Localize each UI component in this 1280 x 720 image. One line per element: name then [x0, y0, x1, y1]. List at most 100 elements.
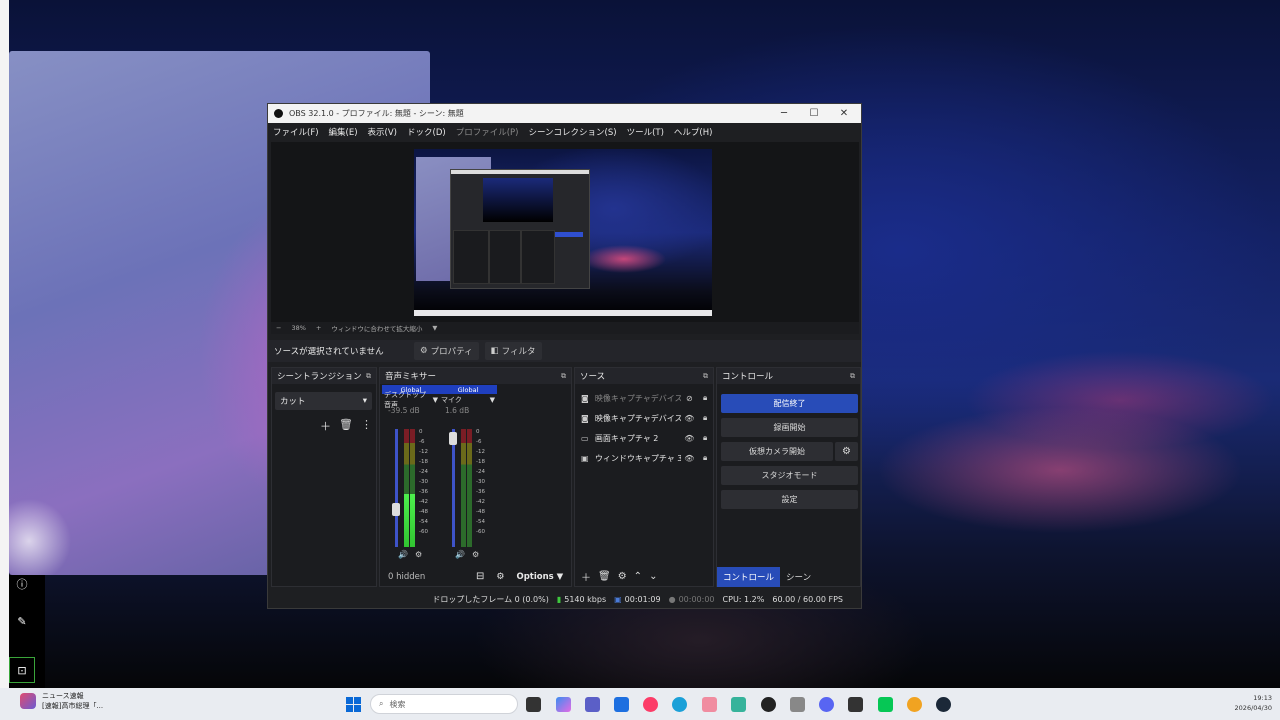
menu-help[interactable]: ヘルプ(H) [669, 126, 718, 138]
volume-fader-track[interactable] [452, 429, 455, 547]
app-icon[interactable] [848, 697, 863, 712]
menu-scene-collection[interactable]: シーンコレクション(S) [523, 126, 621, 138]
volume-fader-handle[interactable] [392, 502, 400, 516]
gear-icon[interactable]: ⚙ [415, 550, 422, 559]
controls-dock: コントロール ⧉ 配信終了 録画開始 仮想カメラ開始 ⚙ スタジオモード 設定 … [716, 367, 861, 587]
menu-tools[interactable]: ツール(T) [622, 126, 669, 138]
menu-view[interactable]: 表示(V) [363, 126, 402, 138]
eye-hidden-icon[interactable]: ⊘ [681, 394, 697, 403]
menu-edit[interactable]: 編集(E) [324, 126, 363, 138]
meter-tick: -30 [476, 479, 485, 485]
source-item[interactable]: ▣ ウィンドウキャプチャ 3 👁︎ 🔒︎ [575, 448, 713, 468]
close-button[interactable]: ✕ [829, 104, 859, 123]
preview-area[interactable] [271, 142, 859, 322]
obs-taskbar-icon[interactable] [761, 697, 776, 712]
menu-file[interactable]: ファイル(F) [268, 126, 324, 138]
meter-tick: -42 [419, 499, 428, 505]
volume-meter-r [410, 429, 415, 547]
maximize-button[interactable]: ☐ [799, 104, 829, 123]
trash-icon[interactable]: 🗑 [598, 571, 611, 582]
options-button[interactable]: Options ▼ [516, 572, 563, 582]
filters-button[interactable]: ◧ フィルタ [484, 342, 542, 360]
lock-icon[interactable]: 🔒︎ [697, 413, 713, 423]
gear-icon[interactable]: ⚙ [835, 442, 858, 461]
source-item[interactable]: ◙ 映像キャプチャデバイス 👁︎ 🔒︎ [575, 408, 713, 428]
more-icon[interactable]: ⋮ [361, 418, 372, 434]
studio-mode-button[interactable]: スタジオモード [721, 466, 858, 485]
transition-select[interactable]: カット ▾ [275, 392, 372, 410]
properties-button[interactable]: ⚙ プロパティ [414, 342, 479, 360]
chevron-up-icon[interactable]: ⌃ [634, 571, 642, 582]
trash-icon[interactable]: 🗑 [339, 418, 353, 434]
eye-icon[interactable]: 👁︎ [681, 434, 697, 443]
undock-icon[interactable]: ⧉ [850, 372, 855, 381]
windows-start-icon[interactable] [346, 697, 361, 712]
chevron-down-icon[interactable]: ⌄ [649, 571, 657, 582]
discord-icon[interactable] [819, 697, 834, 712]
advanced-audio-icon[interactable]: ⚙ [496, 572, 504, 582]
line-icon[interactable] [878, 697, 893, 712]
teams-icon[interactable] [585, 697, 600, 712]
layout-icon[interactable]: ⊟ [476, 571, 484, 582]
tab-scenes[interactable]: シーン [780, 567, 817, 587]
minimize-button[interactable]: ─ [769, 104, 799, 123]
news-widget[interactable]: ニュース速報 [速報]高市総理「... [20, 691, 103, 711]
zoom-out-button[interactable]: − [271, 324, 286, 332]
menu-profile[interactable]: プロファイル(P) [451, 126, 524, 138]
controls-header: コントロール ⧉ [717, 368, 860, 384]
gear-icon[interactable]: ⚙ [618, 571, 627, 582]
app-icon[interactable] [907, 697, 922, 712]
pen-icon[interactable]: ✎ [9, 608, 35, 634]
menu-docks[interactable]: ドック(D) [402, 126, 451, 138]
undock-icon[interactable]: ⧉ [366, 372, 371, 381]
add-icon[interactable]: ＋ [581, 569, 591, 584]
lock-icon[interactable]: 🔒︎ [697, 453, 713, 463]
nested-titlebar [451, 170, 589, 174]
taskbar-search[interactable]: ⌕ 検索 [370, 694, 518, 714]
lock-icon[interactable]: 🔒︎ [697, 433, 713, 443]
undock-icon[interactable]: ⧉ [703, 372, 708, 381]
gear-icon[interactable]: ⚙ [472, 550, 479, 559]
meter-tick: -24 [476, 469, 485, 475]
undock-icon[interactable]: ⧉ [561, 372, 566, 381]
eye-icon[interactable]: 👁︎ [681, 414, 697, 423]
edge-icon[interactable] [672, 697, 687, 712]
task-view-icon[interactable] [526, 697, 541, 712]
tab-controls[interactable]: コントロール [717, 567, 781, 587]
program-preview[interactable] [414, 149, 712, 316]
title-bar[interactable]: OBS 32.1.0 - プロファイル: 無題 - シーン: 無題 ─ ☐ ✕ [268, 104, 861, 123]
add-icon[interactable]: ＋ [320, 418, 331, 434]
steam-icon[interactable] [936, 697, 951, 712]
clock-date: 2026/04/30 [1234, 704, 1272, 712]
source-item[interactable]: ▭ 画面キャプチャ 2 👁︎ 🔒︎ [575, 428, 713, 448]
music-icon[interactable] [643, 697, 658, 712]
speaker-icon[interactable]: 🔊 [398, 550, 408, 559]
store-icon[interactable] [614, 697, 629, 712]
app-icon[interactable] [702, 697, 717, 712]
volume-mixer-icon[interactable] [790, 697, 805, 712]
copilot-icon[interactable] [556, 697, 571, 712]
channel-name-dropdown[interactable]: デスクトップ音声 ▼ [382, 391, 440, 409]
lock-icon[interactable]: 🔒︎ [697, 393, 713, 403]
mixer-title: 音声ミキサー [385, 372, 437, 382]
settings-button[interactable]: 設定 [721, 490, 858, 509]
zoom-dropdown-icon[interactable]: ▼ [427, 324, 442, 332]
info-icon[interactable]: ⓘ [9, 571, 35, 597]
source-item[interactable]: ◙ 映像キャプチャデバイス ⊘ 🔒︎ [575, 388, 713, 408]
zoom-in-button[interactable]: + [311, 324, 326, 332]
speaker-icon[interactable]: 🔊 [455, 550, 465, 559]
hidden-count[interactable]: 0 hidden [380, 572, 476, 582]
screenshot-icon[interactable]: ⊡ [9, 657, 35, 683]
volume-fader-handle[interactable] [449, 432, 457, 446]
app-icon[interactable] [731, 697, 746, 712]
start-recording-button[interactable]: 録画開始 [721, 418, 858, 437]
eye-icon[interactable]: 👁︎ [681, 454, 697, 463]
volume-fader-track[interactable] [395, 429, 398, 547]
zoom-bar: − 38% + ウィンドウに合わせて拡大縮小 ▼ [271, 322, 859, 334]
channel-name-dropdown[interactable]: マイク ▼ [439, 394, 497, 406]
zoom-fit-label[interactable]: ウィンドウに合わせて拡大縮小 [326, 323, 427, 333]
transitions-dock: シーントランジション ⧉ カット ▾ ＋ 🗑 ⋮ [271, 367, 377, 587]
system-clock[interactable]: 19:13 2026/04/30 [1235, 693, 1272, 713]
start-virtual-camera-button[interactable]: 仮想カメラ開始 [721, 442, 833, 461]
stop-streaming-button[interactable]: 配信終了 [721, 394, 858, 413]
